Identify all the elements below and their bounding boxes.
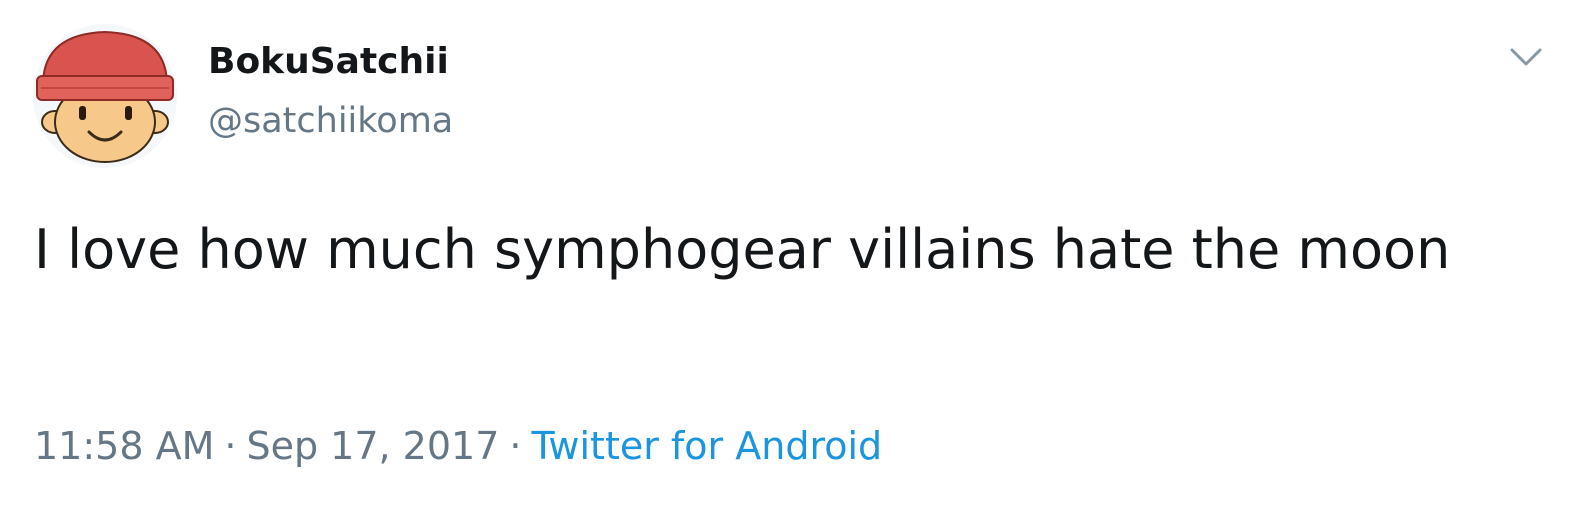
tweet-metadata: 11:58 AM · Sep 17, 2017 · Twitter for Androi… <box>34 424 882 470</box>
avatar-face-icon <box>33 24 177 168</box>
display-name[interactable]: BokuSatchii <box>208 40 449 83</box>
user-handle[interactable]: @satchiikoma <box>208 100 453 142</box>
chevron-down-icon[interactable] <box>1504 36 1548 76</box>
tweet-card: BokuSatchii @satchiikoma I love how much… <box>0 0 1596 506</box>
tweet-date[interactable]: Sep 17, 2017 <box>246 424 499 468</box>
avatar[interactable] <box>33 24 177 168</box>
separator: · <box>224 424 237 468</box>
tweet-source-link[interactable]: Twitter for Android <box>531 424 882 468</box>
separator: · <box>509 424 522 468</box>
tweet-text: I love how much symphogear villains hate… <box>34 218 1451 281</box>
tweet-time[interactable]: 11:58 AM <box>34 424 214 468</box>
